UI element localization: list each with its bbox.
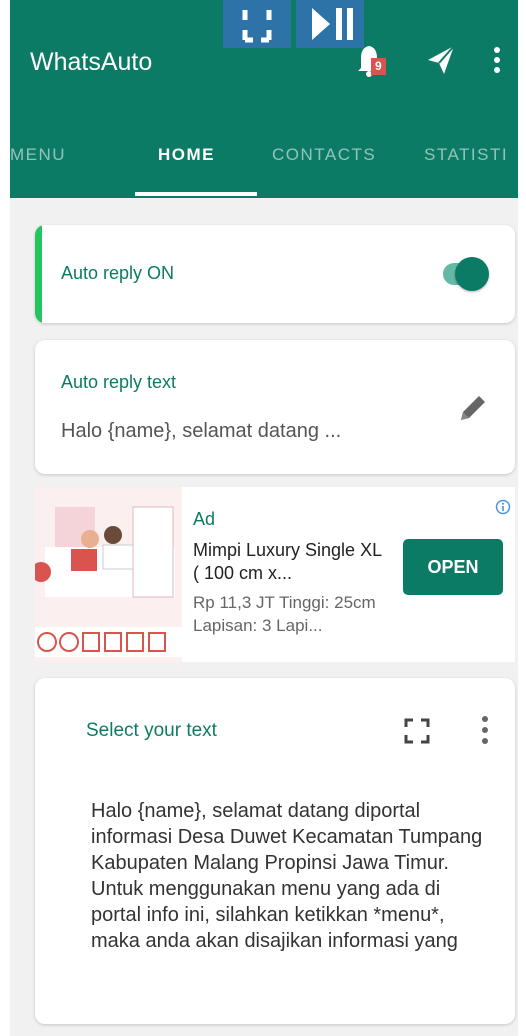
auto-reply-text-label: Auto reply text	[61, 372, 177, 392]
tab-menu[interactable]: MENU	[10, 140, 66, 170]
ad-badge: Ad	[193, 509, 216, 529]
auto-reply-status-label: Auto reply ON	[61, 263, 175, 283]
select-text-card: Select your text Halo {name}, selamat da…	[35, 678, 515, 1024]
ad-product-image	[35, 487, 182, 662]
tab-contacts[interactable]: CONTACTS	[272, 140, 376, 170]
send-icon	[428, 45, 455, 74]
notifications-button[interactable]: 9	[355, 38, 395, 82]
more-vert-icon	[494, 47, 500, 73]
app-title: WhatsAuto	[30, 48, 153, 76]
ad-description: Rp 11,3 JT Tinggi: 25cm Lapisan: 3 Lapi.…	[193, 593, 376, 635]
fullscreen-icon	[242, 10, 272, 43]
tab-bar: MENU HOME CONTACTS STATISTI	[10, 140, 518, 198]
ad-banner[interactable]: Ad Mimpi Luxury Single XL ( 100 cm x... …	[35, 487, 515, 662]
tab-statistics[interactable]: STATISTI	[424, 140, 508, 170]
more-vert-icon[interactable]	[475, 712, 495, 748]
tab-indicator	[135, 192, 257, 196]
play-pause-overlay-button[interactable]	[296, 0, 364, 48]
tab-home[interactable]: HOME	[158, 140, 215, 170]
more-options-button[interactable]	[482, 38, 518, 82]
ad-title: Mimpi Luxury Single XL ( 100 cm x...	[193, 540, 382, 583]
edit-pencil-icon[interactable]	[455, 390, 491, 426]
ad-info-icon[interactable]	[495, 499, 511, 515]
send-button[interactable]	[420, 38, 460, 82]
auto-reply-card: Auto reply ON	[35, 225, 515, 323]
ad-image-icon	[35, 487, 182, 662]
expand-icon[interactable]	[402, 716, 432, 746]
select-text-label: Select your text	[86, 720, 217, 741]
status-accent-bar	[35, 225, 42, 323]
app-frame: WhatsAuto 9 MENU HOME CONTACTS STATISTI …	[10, 0, 518, 1036]
play-pause-icon	[312, 8, 353, 40]
auto-reply-text-value: Halo {name}, selamat datang ...	[61, 420, 342, 442]
auto-reply-text-card[interactable]: Auto reply text Halo {name}, selamat dat…	[35, 340, 515, 474]
notification-badge: 9	[375, 59, 382, 73]
ad-open-button[interactable]: OPEN	[403, 539, 503, 595]
app-bar: WhatsAuto 9 MENU HOME CONTACTS STATISTI	[10, 0, 518, 198]
select-text-body[interactable]: Halo {name}, selamat datang diportal inf…	[91, 798, 491, 954]
toggle-knob	[455, 257, 489, 291]
fullscreen-overlay-button[interactable]	[223, 0, 291, 48]
